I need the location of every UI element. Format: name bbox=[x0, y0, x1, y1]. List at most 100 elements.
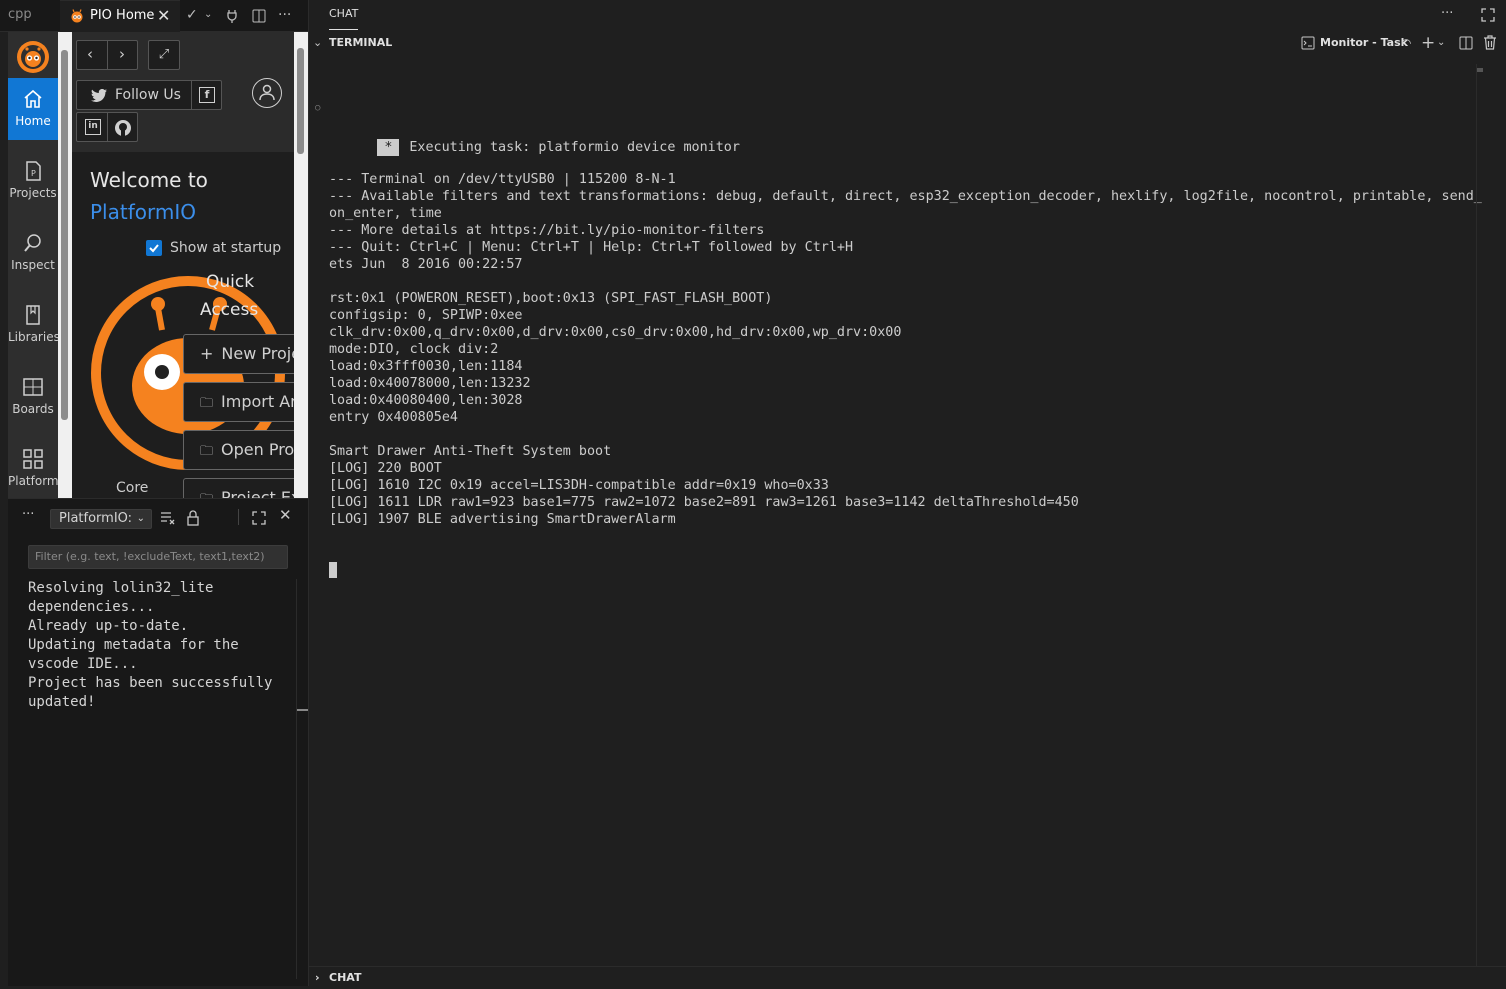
linkedin-icon[interactable]: in bbox=[85, 119, 101, 135]
back-button[interactable]: ‹ bbox=[87, 45, 93, 63]
terminal-line: entry 0x400805e4 bbox=[329, 410, 458, 425]
maximize-panel-icon[interactable] bbox=[252, 511, 266, 525]
follow-us-label: Follow Us bbox=[115, 87, 181, 103]
output-scrollbar[interactable] bbox=[296, 579, 309, 979]
platformio-link[interactable]: PlatformIO bbox=[90, 200, 196, 224]
projects-icon: P bbox=[26, 161, 41, 181]
terminal-line: [LOG] 1610 I2C 0x19 accel=LIS3DH-compati… bbox=[329, 478, 829, 493]
divider bbox=[107, 41, 108, 69]
terminal-output[interactable]: ○ * Executing task: platformio device mon… bbox=[315, 64, 1482, 613]
terminal-scrollbar[interactable] bbox=[1476, 64, 1500, 966]
sidebar-scrollbar[interactable] bbox=[58, 32, 72, 498]
output-channel-label: PlatformIO: bbox=[59, 511, 133, 526]
terminal-line: clk_drv:0x00,q_drv:0x00,d_drv:0x00,cs0_d… bbox=[329, 325, 902, 340]
task-line: ○ * Executing task: platformio device mon… bbox=[315, 98, 1479, 156]
import-folder-icon: 🗀 bbox=[200, 396, 214, 411]
tab-pio-home[interactable]: PIO Home ✕ bbox=[60, 0, 180, 32]
plug-icon[interactable] bbox=[226, 0, 238, 32]
social-buttons: in bbox=[76, 112, 138, 142]
output-channel-select[interactable]: PlatformIO: ⌄ bbox=[50, 509, 152, 529]
folder-icon: 🗀 bbox=[200, 444, 214, 459]
lock-icon[interactable] bbox=[186, 510, 200, 526]
output-filter-input[interactable]: Filter (e.g. text, !excludeText, text1,t… bbox=[28, 545, 288, 569]
sidebar-item-projects[interactable]: P Projects bbox=[8, 150, 58, 212]
project-examples-button[interactable]: 🗀Project Ex bbox=[183, 478, 294, 498]
open-project-button[interactable]: 🗀 Open Proj bbox=[183, 430, 294, 470]
chevron-down-icon[interactable]: ⌄ bbox=[204, 0, 212, 32]
terminal-task-select[interactable]: Monitor - Task bbox=[1320, 30, 1408, 56]
new-project-button[interactable]: + New Proje bbox=[183, 334, 294, 374]
show-at-startup-checkbox[interactable] bbox=[146, 240, 162, 256]
output-toolbar: ··· PlatformIO: ⌄ ✕ bbox=[8, 499, 308, 537]
chevron-down-icon: ⌄ bbox=[136, 513, 145, 524]
terminal-line: [LOG] 1611 LDR raw1=923 base1=775 raw2=1… bbox=[329, 495, 1079, 510]
forward-button[interactable]: › bbox=[119, 45, 125, 63]
scrollbar-thumb[interactable] bbox=[61, 50, 68, 420]
terminal-cursor bbox=[329, 562, 337, 578]
maximize-icon[interactable] bbox=[1481, 8, 1495, 22]
right-panel-area: CHAT ··· ⌄ TERMINAL Monitor - Task ◠ + ⌄… bbox=[308, 0, 1506, 986]
sidebar-item-boards[interactable]: Boards bbox=[8, 366, 58, 428]
sidebar-item-libraries[interactable]: Libraries bbox=[8, 294, 60, 356]
terminal-line: [LOG] 1907 BLE advertising SmartDrawerAl… bbox=[329, 512, 676, 527]
terminal-line: load:0x3fff0030,len:1184 bbox=[329, 359, 523, 374]
tab-chat[interactable]: CHAT bbox=[329, 0, 359, 30]
sidebar-item-inspect[interactable]: Inspect bbox=[8, 222, 58, 284]
terminal-line: [LOG] 220 BOOT bbox=[329, 461, 442, 476]
content-scrollbar[interactable] bbox=[294, 32, 308, 498]
scrollbar-thumb[interactable] bbox=[297, 48, 304, 154]
close-icon[interactable]: ✕ bbox=[157, 1, 170, 31]
terminal-line: mode:DIO, clock div:2 bbox=[329, 342, 499, 357]
pio-home-content: ‹ › ⤢ Follow Us f in Welcome to Platform… bbox=[72, 32, 294, 498]
more-actions-icon[interactable]: ··· bbox=[1441, 6, 1453, 21]
new-terminal-button[interactable]: + bbox=[1421, 30, 1435, 56]
sidebar-item-label: Home bbox=[15, 114, 51, 128]
open-project-label: Open Proj bbox=[221, 440, 294, 459]
loading-spinner-icon: ◠ bbox=[1401, 36, 1412, 50]
divider bbox=[191, 81, 192, 109]
clear-output-icon[interactable] bbox=[160, 511, 176, 525]
terminal-line: configsip: 0, SPIWP:0xee bbox=[329, 308, 523, 323]
home-icon bbox=[24, 89, 42, 108]
sidebar-item-label: Projects bbox=[9, 186, 57, 200]
circle-icon: ○ bbox=[315, 103, 321, 113]
sidebar-item-platforms[interactable]: Platforms bbox=[8, 438, 65, 498]
scrollbar-thumb[interactable] bbox=[1477, 68, 1483, 72]
terminal-cursor-line bbox=[329, 562, 1479, 579]
fullscreen-button[interactable]: ⤢ bbox=[148, 40, 180, 70]
facebook-icon[interactable]: f bbox=[199, 87, 215, 103]
output-text: Resolving lolin32_lite dependencies... A… bbox=[28, 580, 273, 710]
split-editor-icon[interactable] bbox=[252, 0, 266, 32]
tab-cpp[interactable]: cpp bbox=[0, 0, 60, 32]
terminal-line: load:0x40080400,len:3028 bbox=[329, 393, 523, 408]
split-terminal-icon[interactable] bbox=[1459, 36, 1473, 50]
pio-header: ‹ › ⤢ Follow Us f in bbox=[72, 32, 294, 152]
platformio-logo-icon bbox=[16, 40, 50, 74]
user-icon bbox=[259, 84, 275, 101]
follow-us-button[interactable]: Follow Us f bbox=[76, 80, 222, 110]
inspect-icon bbox=[24, 234, 41, 252]
sidebar-item-home[interactable]: Home bbox=[8, 78, 58, 140]
editor-tab-bar: cpp PIO Home ✕ ✓ ⌄ ··· bbox=[0, 0, 308, 32]
more-actions-icon[interactable]: ··· bbox=[22, 507, 34, 522]
platforms-icon bbox=[23, 449, 43, 469]
chat-section-collapsed[interactable]: › CHAT bbox=[309, 966, 1506, 986]
trash-icon[interactable] bbox=[1483, 35, 1497, 50]
close-panel-icon[interactable]: ✕ bbox=[279, 506, 292, 524]
terminal-line: load:0x40078000,len:13232 bbox=[329, 376, 531, 391]
divider bbox=[238, 509, 239, 525]
terminal-title[interactable]: TERMINAL bbox=[329, 30, 392, 56]
github-icon[interactable] bbox=[114, 119, 132, 137]
expand-icon: ⤢ bbox=[158, 47, 170, 62]
chevron-down-icon[interactable]: ⌄ bbox=[1437, 30, 1445, 56]
tab-pio-home-label: PIO Home bbox=[90, 8, 155, 23]
show-at-startup-label: Show at startup bbox=[170, 240, 282, 256]
import-arduino-button[interactable]: 🗀 Import Ard bbox=[183, 382, 294, 422]
terminal-line: ets Jun 8 2016 00:22:57 bbox=[329, 257, 523, 272]
more-actions-icon[interactable]: ··· bbox=[278, 0, 291, 32]
check-icon[interactable]: ✓ bbox=[186, 0, 198, 32]
chevron-down-icon[interactable]: ⌄ bbox=[313, 30, 322, 56]
terminal-line: --- Available filters and text transform… bbox=[329, 189, 1482, 204]
account-avatar[interactable] bbox=[252, 78, 282, 108]
